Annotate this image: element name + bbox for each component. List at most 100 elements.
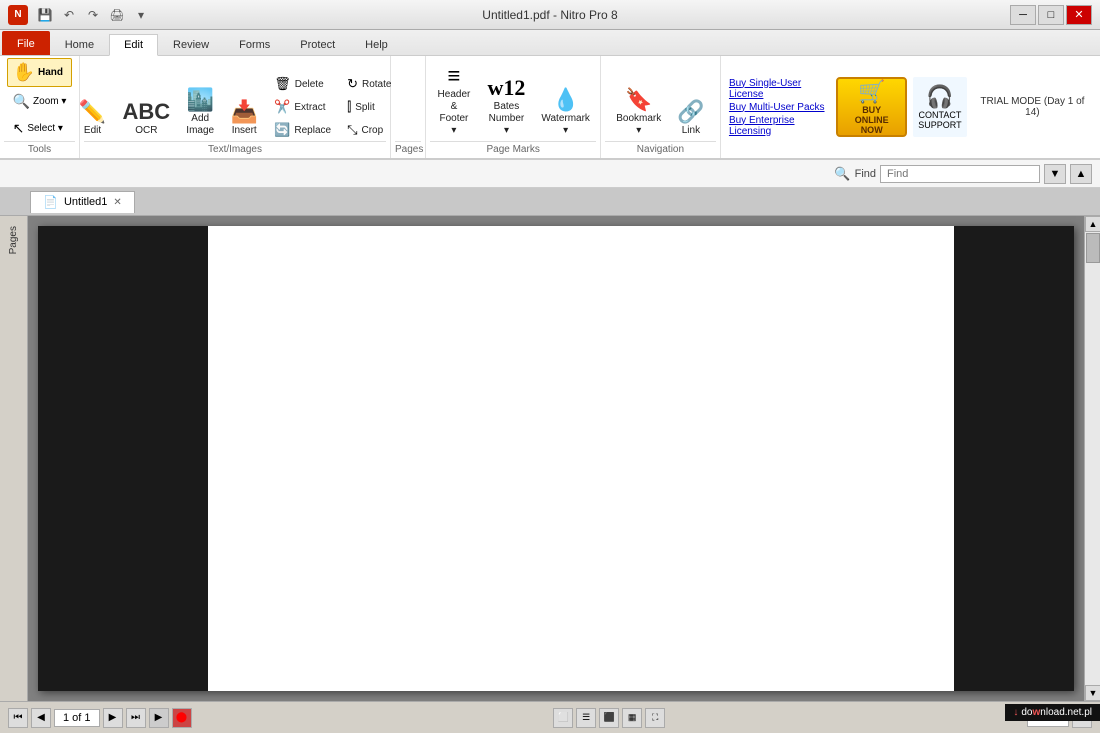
hand-button[interactable]: ✋ Hand [7,58,73,87]
zoom-button[interactable]: 🔍 Zoom ▾ [7,89,73,114]
first-page-button[interactable]: ⏮ [8,708,28,728]
tab-edit[interactable]: Edit [109,34,158,56]
replace-button[interactable]: 🔄 Replace [268,119,337,141]
scroll-up-button[interactable]: ▲ [1085,216,1100,232]
buy-multi-link[interactable]: Buy Multi-User Packs [729,102,830,113]
link-button[interactable]: 🔗 Link [671,95,710,141]
view-mode-controls: ⬜ ☰ ⬛ ▦ ⛶ [553,708,665,728]
crop-button[interactable]: ⤡ Crop [341,119,397,141]
prev-page-button[interactable]: ◀ [31,708,51,728]
pdf-page [38,226,1074,691]
pages-sidebar: Pages [0,216,28,701]
insert-button[interactable]: 📥 Insert [224,95,264,141]
edit-label: Edit [84,125,101,137]
single-page-view[interactable]: ⬜ [553,708,573,728]
stop-button[interactable]: ⬤ [172,708,192,728]
search-input[interactable] [880,165,1040,183]
navigation-group-label: Navigation [605,141,716,158]
edit-icon: ✏️ [79,99,106,125]
ocr-button[interactable]: ABC OCR [117,95,177,141]
document-tab[interactable]: 📄 Untitled1 ✕ [30,191,135,213]
watermark: ↓ dоwnload.net.pl [1005,704,1100,721]
delete-button[interactable]: 🗑 Delete [268,73,337,95]
hand-icon: ✋ [13,62,35,83]
pages-group-label: Pages [395,141,421,158]
qat-redo[interactable]: ↷ [82,5,104,25]
trial-info: TRIAL MODE (Day 1 of 14) [973,92,1092,122]
last-page-button[interactable]: ⏭ [126,708,146,728]
window-title: Untitled1.pdf - Nitro Pro 8 [482,8,617,22]
tab-file[interactable]: File [2,31,50,55]
spread-view[interactable]: ▦ [622,708,642,728]
buy-single-link[interactable]: Buy Single-User License [729,78,830,100]
doc-tab-icon: 📄 [43,195,58,209]
qat-undo[interactable]: ↶ [58,5,80,25]
bookmark-button[interactable]: 🔖 Bookmark▾ [610,83,667,141]
ribbon: ✋ Hand 🔍 Zoom ▾ ↖ Select ▾ Tools ✏️ Edi [0,56,1100,160]
two-page-view[interactable]: ⬛ [599,708,619,728]
download-icon: ↓ [1013,707,1018,718]
header-footer-button[interactable]: ≡ Header &Footer ▾ [430,59,477,141]
tab-home[interactable]: Home [50,33,109,55]
scrollbar-thumb[interactable] [1086,233,1100,263]
title-bar: N 💾 ↶ ↷ 🖨 ▾ Untitled1.pdf - Nitro Pro 8 … [0,0,1100,30]
pages-label[interactable]: Pages [8,226,19,254]
pages-small-group: 🗑 Delete ✂️ Extract 🔄 Replace [268,71,337,141]
purchase-section: Buy Single-User License Buy Multi-User P… [721,56,1100,158]
tab-forms[interactable]: Forms [224,33,285,55]
rotate-button[interactable]: ↻ Rotate [341,73,397,95]
delete-icon: 🗑 [274,76,291,92]
add-image-button[interactable]: 🏙️ AddImage [180,83,220,141]
qat-save[interactable]: 💾 [34,5,56,25]
qat-dropdown[interactable]: ▾ [130,5,152,25]
full-screen-view[interactable]: ⛶ [645,708,665,728]
bates-number-button[interactable]: w12 BatesNumber ▾ [482,71,532,141]
split-label: Split [355,102,374,113]
tab-protect[interactable]: Protect [285,33,350,55]
close-button[interactable]: ✕ [1066,5,1092,25]
buy-online-button[interactable]: 🛒 BUY ONLINENOW [836,77,907,137]
watermark-icon: 💧 [552,87,579,113]
zoom-icon: 🔍 [13,93,30,110]
continuous-view[interactable]: ☰ [576,708,596,728]
contact-icon: 🎧 [926,84,953,110]
navigation-controls: ⏮ ◀ 1 of 1 ▶ ⏭ ▶ ⬤ [8,708,192,728]
scroll-down-button[interactable]: ▼ [1085,685,1100,701]
insert-label: Insert [232,125,257,137]
page-indicator[interactable]: 1 of 1 [54,709,100,727]
search-down-button[interactable]: ▼ [1044,164,1066,184]
select-button[interactable]: ↖ Select ▾ [7,116,73,141]
ocr-icon: ABC [123,99,171,125]
watermark-button[interactable]: 💧 Watermark▾ [535,83,596,141]
textimages-content: ✏️ Edit ABC OCR 🏙️ AddImage 📥 Insert [73,56,398,141]
link-icon: 🔗 [677,99,704,125]
next-page-button[interactable]: ▶ [103,708,123,728]
play-button[interactable]: ▶ [149,708,169,728]
buy-online-icon: 🛒 [858,79,885,105]
doc-tab-close[interactable]: ✕ [113,197,121,208]
scrollbar-track[interactable] [1085,232,1100,685]
qat-print[interactable]: 🖨 [106,5,128,25]
extract-button[interactable]: ✂️ Extract [268,96,337,118]
tab-help[interactable]: Help [350,33,403,55]
rotate-icon: ↻ [347,76,358,92]
buy-enterprise-link[interactable]: Buy Enterprise Licensing [729,115,830,137]
crop-label: Crop [362,125,384,136]
search-bar: 🔍 Find ▼ ▲ [0,160,1100,188]
edit-button[interactable]: ✏️ Edit [73,95,113,141]
contact-label: CONTACTSUPPORT [918,110,961,130]
minimize-button[interactable]: ─ [1010,5,1036,25]
status-bar: ⏮ ◀ 1 of 1 ▶ ⏭ ▶ ⬤ ⬜ ☰ ⬛ ▦ ⛶ 100% − [0,701,1100,733]
tab-review[interactable]: Review [158,33,224,55]
tools-content: ✋ Hand 🔍 Zoom ▾ ↖ Select ▾ [7,56,73,141]
split-button[interactable]: ⫿ Split [341,96,397,118]
contact-support-button[interactable]: 🎧 CONTACTSUPPORT [913,77,967,137]
header-footer-icon: ≡ [448,63,461,89]
search-up-button[interactable]: ▲ [1070,164,1092,184]
insert-icon: 📥 [231,99,258,125]
ribbon-group-pages: Pages [391,56,426,158]
document-content [28,216,1084,701]
quick-access-toolbar: 💾 ↶ ↷ 🖨 ▾ [34,5,152,25]
vertical-scrollbar: ▲ ▼ [1084,216,1100,701]
restore-button[interactable]: □ [1038,5,1064,25]
